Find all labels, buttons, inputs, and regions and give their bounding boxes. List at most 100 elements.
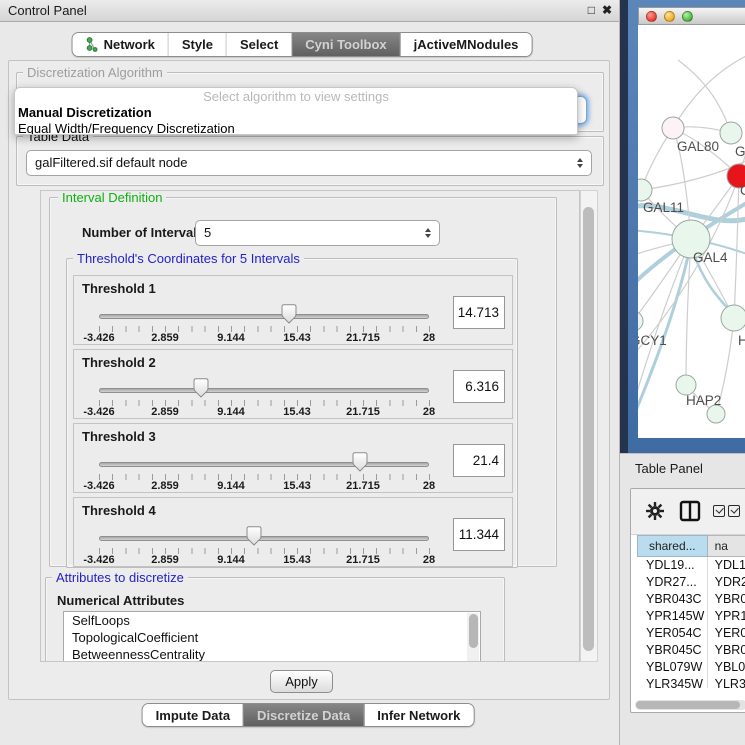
cell-shared-name: YLR345W [637, 676, 708, 688]
attribute-list-item[interactable]: TopologicalCoefficient [64, 629, 480, 646]
column-header-shared-name[interactable]: shared... [637, 535, 708, 557]
slider-thumb[interactable] [246, 526, 262, 546]
cell-name: YBL0 [708, 659, 745, 676]
settings-scrollbar[interactable] [580, 190, 598, 662]
cell-name: YPR1 [708, 608, 745, 625]
table-header-row: shared... na [637, 535, 745, 557]
slider-thumb[interactable] [193, 378, 209, 398]
table-panel: Table Panel shared... [620, 453, 745, 745]
slider-thumb[interactable] [352, 452, 368, 472]
split-columns-icon[interactable] [679, 500, 701, 522]
attribute-list-item[interactable]: BetweennessCentrality [64, 646, 480, 662]
checkbox-icon[interactable] [728, 505, 740, 517]
slider-track[interactable] [99, 536, 429, 541]
table-row[interactable]: YLR345WYLR3 [637, 676, 745, 688]
table-data-combobox[interactable]: galFiltered.sif default node [26, 150, 592, 176]
table-panel-title: Table Panel [635, 454, 703, 484]
top-tabs: Network Style Select Cyni Toolbox jActiveMNo… [72, 32, 533, 57]
zoom-traffic-light-icon[interactable] [682, 11, 693, 22]
tab-impute-data[interactable]: Impute Data [143, 704, 243, 726]
slider-track[interactable] [99, 462, 429, 467]
tab-discretize-data[interactable]: Discretize Data [243, 704, 363, 726]
tick-label: -3.426 [83, 406, 114, 418]
minimize-traffic-light-icon[interactable] [664, 11, 675, 22]
tab-cyni-toolbox[interactable]: Cyni Toolbox [291, 33, 399, 56]
number-of-intervals-combobox[interactable]: 5 [195, 220, 440, 246]
tab-infer-network[interactable]: Infer Network [363, 704, 473, 726]
combo-arrows-icon [425, 228, 431, 238]
number-of-intervals-value: 5 [204, 225, 211, 240]
checkbox-icon[interactable] [713, 505, 725, 517]
float-window-icon[interactable]: □ [588, 3, 595, 17]
attributes-group-title: Attributes to discretize [52, 570, 188, 585]
table-row[interactable]: YPR145WYPR1 [637, 608, 745, 625]
network-window-titlebar[interactable] [638, 7, 745, 25]
table-row[interactable]: YER054CYER0 [637, 625, 745, 642]
tick-label: 28 [423, 332, 435, 344]
network-node[interactable] [721, 305, 745, 331]
node-label: GCY1 [638, 333, 667, 348]
table-panel-card: shared... na YDL19...YDL1YDR27...YDR2YBR… [630, 488, 745, 713]
threshold-value-field[interactable]: 21.4 [453, 444, 505, 477]
list-scrollbar-thumb[interactable] [469, 614, 478, 648]
close-traffic-light-icon[interactable] [646, 11, 657, 22]
table-row[interactable]: YBL079WYBL0 [637, 659, 745, 676]
tab-select[interactable]: Select [226, 33, 291, 56]
network-node[interactable] [662, 117, 684, 139]
tab-style[interactable]: Style [168, 33, 226, 56]
tick-label: 2.859 [151, 554, 179, 566]
slider-thumb-icon [246, 526, 262, 546]
network-canvas[interactable]: GAL80GACGAL11GAL4GCY1HHAP2 [638, 25, 745, 438]
slider-track[interactable] [99, 388, 429, 393]
dropdown-option-equal-width-frequency-discretization[interactable]: Equal Width/Frequency Discretization [15, 121, 577, 136]
slider-track[interactable] [99, 314, 429, 319]
cell-name: YDL1 [708, 557, 745, 574]
network-node[interactable] [676, 375, 696, 395]
table-row[interactable]: YBR045CYBR0 [637, 642, 745, 659]
threshold-panel-2: Threshold 2-3.4262.8599.14415.4321.71528… [73, 349, 513, 419]
control-panel-title: Control Panel [8, 0, 87, 21]
tick-label: 21.715 [346, 332, 380, 344]
tab-label: Select [240, 37, 278, 52]
tick-label: 9.144 [217, 554, 245, 566]
tick-label: 15.43 [283, 406, 311, 418]
tick-label: 2.859 [151, 480, 179, 492]
column-header-name[interactable]: na [708, 535, 745, 557]
numerical-attributes-list: SelfLoopsTopologicalCoefficientBetweenne… [63, 611, 481, 662]
node-label: GAL11 [643, 200, 684, 215]
close-icon[interactable]: ✖ [602, 3, 612, 17]
tab-label: Style [182, 37, 213, 52]
table-data-value: galFiltered.sif default node [35, 155, 187, 170]
slider-thumb-icon [281, 304, 297, 324]
tick-label: 28 [423, 554, 435, 566]
tab-network[interactable]: Network [73, 33, 168, 56]
attribute-list-item[interactable]: SelfLoops [64, 612, 480, 629]
apply-button[interactable]: Apply [270, 670, 333, 693]
threshold-value-field[interactable]: 11.344 [453, 518, 505, 551]
tab-jactivemnodules[interactable]: jActiveMNodules [400, 33, 532, 56]
table-row[interactable]: YBR043CYBR0 [637, 591, 745, 608]
tick-label: 21.715 [346, 406, 380, 418]
table-hscrollbar-thumb[interactable] [636, 701, 740, 709]
settings-scrollbar-thumb[interactable] [583, 207, 594, 651]
gear-icon[interactable] [645, 501, 665, 521]
tab-label: Network [104, 37, 155, 52]
dropdown-option-manual-discretization[interactable]: Manual Discretization [15, 105, 577, 121]
table-row[interactable]: YDL19...YDL1 [637, 557, 745, 574]
network-node[interactable] [638, 311, 643, 331]
table-row[interactable]: YDR27...YDR2 [637, 574, 745, 591]
tab-label: jActiveMNodules [414, 37, 519, 52]
control-panel-titlebar: Control Panel □ ✖ [0, 0, 619, 22]
network-view-window: GAL80GACGAL11GAL4GCY1HHAP2 [628, 0, 745, 453]
threshold-value-field[interactable]: 14.713 [453, 296, 505, 329]
node-label: GAL4 [693, 250, 728, 265]
cell-shared-name: YER054C [637, 625, 708, 642]
cell-name: YBR0 [708, 642, 745, 659]
threshold-value-field[interactable]: 6.316 [453, 370, 505, 403]
network-node[interactable] [638, 179, 652, 201]
threshold-panel-3: Threshold 3-3.4262.8599.14415.4321.71528… [73, 423, 513, 493]
list-scrollbar[interactable] [467, 613, 479, 662]
network-node[interactable] [720, 122, 742, 144]
slider-thumb[interactable] [281, 304, 297, 324]
table-horizontal-scrollbar[interactable] [635, 700, 745, 710]
